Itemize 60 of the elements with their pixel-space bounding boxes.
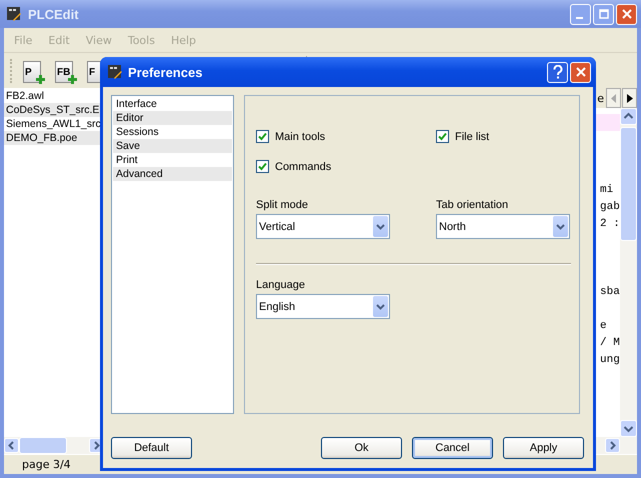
close-icon [576, 67, 586, 77]
editor-tab[interactable]: e [596, 92, 605, 104]
plus-icon [36, 74, 45, 84]
scroll-left-icon[interactable] [4, 438, 19, 453]
checkbox[interactable] [256, 160, 269, 173]
code-line: 2 : [600, 217, 620, 232]
toolbar-grip[interactable] [10, 58, 14, 82]
maximize-icon [598, 9, 608, 19]
scrollbar-thumb[interactable] [19, 437, 67, 454]
code-line: e [600, 319, 608, 334]
dialog-title: Preferences [128, 64, 202, 80]
category-item[interactable]: Save [113, 139, 232, 153]
plus-icon [68, 74, 77, 84]
field-label: Split mode [256, 199, 309, 211]
code-line: ung [600, 353, 620, 368]
scroll-up-icon[interactable] [620, 108, 637, 125]
code-line: / M [600, 336, 620, 351]
page-indicator: page 3/4 [21, 458, 71, 471]
close-icon [622, 9, 632, 19]
category-item[interactable]: Sessions [113, 125, 232, 139]
tab-scroll-right-button[interactable] [622, 88, 637, 108]
category-item[interactable]: Editor [113, 111, 232, 125]
close-button[interactable] [570, 62, 591, 82]
dropdown[interactable]: English [256, 294, 390, 319]
category-item[interactable]: Advanced [113, 167, 232, 181]
code-line: sba [600, 285, 620, 300]
document-list-item[interactable]: Siemens_AWL1_src [4, 117, 104, 131]
dialog-button[interactable]: Apply [503, 437, 584, 459]
dropdown[interactable]: North [436, 214, 570, 239]
checkbox-label: Main tools [275, 130, 326, 142]
dialog-button[interactable]: Default [111, 437, 192, 459]
window-title: PLCEdit [28, 6, 79, 22]
field-label: Tab orientation [436, 199, 510, 211]
minimize-icon [576, 17, 582, 19]
right-triangle-icon [626, 94, 632, 102]
dropdown[interactable]: Vertical [256, 214, 390, 239]
field-label: Language [256, 279, 306, 291]
checkmark-icon [438, 132, 447, 141]
category-item[interactable]: Interface [113, 97, 232, 111]
checkbox[interactable] [436, 130, 449, 143]
close-button[interactable] [616, 4, 637, 24]
checkbox-label: Commands [275, 160, 332, 172]
help-icon [552, 65, 564, 79]
left-triangle-icon [610, 94, 616, 102]
checkmark-icon [258, 132, 267, 141]
dialog-button[interactable]: Ok [321, 437, 402, 459]
checkbox-label: File list [455, 130, 490, 142]
document-list-item[interactable]: FB2.awl [4, 89, 104, 103]
code-line: mi [600, 183, 614, 198]
scrollbar-thumb[interactable] [620, 127, 637, 241]
app-icon [6, 6, 22, 22]
app-icon [107, 64, 123, 80]
scroll-right-icon[interactable] [605, 438, 620, 453]
checkmark-icon [258, 162, 267, 171]
help-button[interactable] [547, 62, 568, 82]
checkbox[interactable] [256, 130, 269, 143]
code-line: gab [600, 200, 620, 215]
category-item[interactable]: Print [113, 153, 232, 167]
scroll-down-icon[interactable] [620, 420, 637, 437]
dialog-button[interactable]: Cancel [412, 437, 493, 459]
